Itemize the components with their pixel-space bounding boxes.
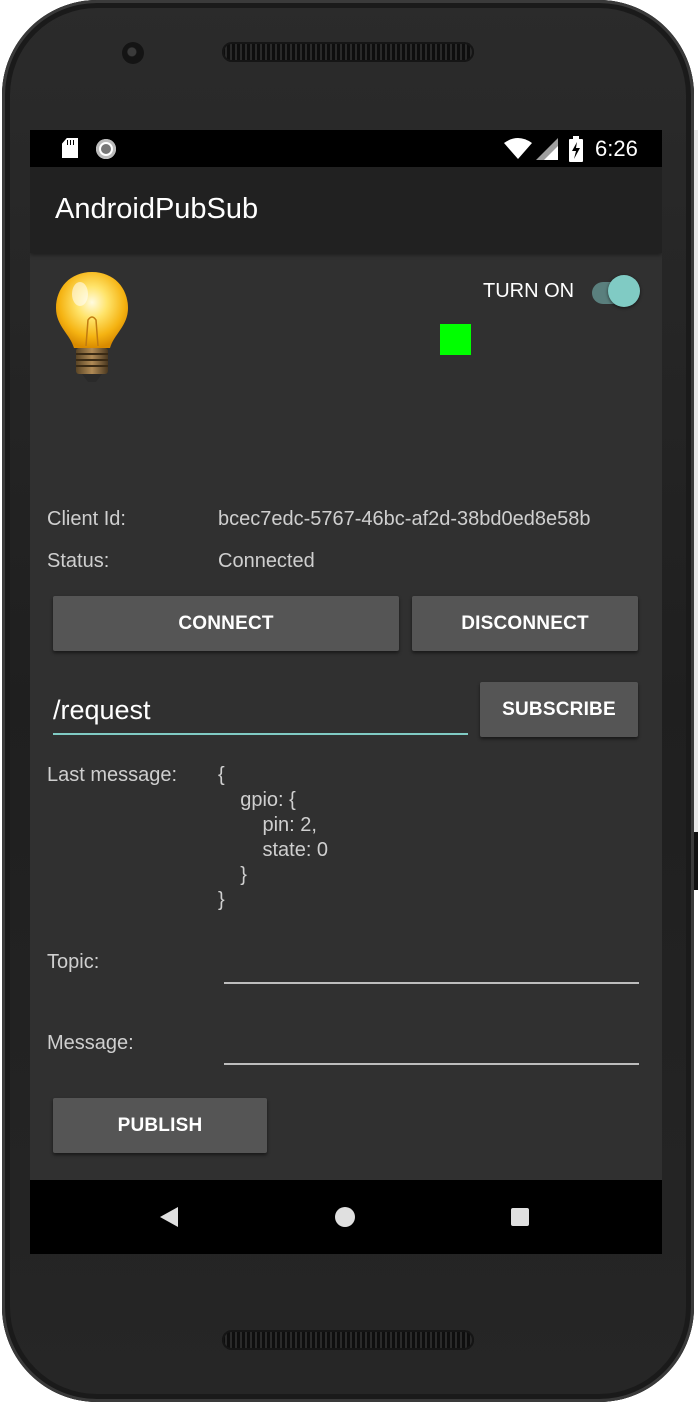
recents-icon[interactable]	[511, 1208, 529, 1226]
battery-charging-icon	[569, 136, 583, 162]
top-speaker	[222, 42, 474, 62]
subscribe-button[interactable]: SUBSCRIBE	[480, 682, 638, 737]
home-icon[interactable]	[335, 1207, 355, 1227]
light-state-indicator	[440, 324, 471, 355]
bottom-speaker	[222, 1330, 474, 1350]
turn-on-label: TURN ON	[483, 280, 575, 302]
app-title: AndroidPubSub	[55, 193, 259, 225]
publish-topic-label: Topic:	[47, 951, 100, 973]
sd-card-icon	[62, 138, 78, 158]
subscribe-topic-underline	[53, 733, 468, 735]
navigation-bar	[30, 1180, 662, 1254]
subscribe-topic-input[interactable]	[53, 690, 467, 730]
last-message-line: }	[218, 889, 225, 911]
status-value: Connected	[218, 550, 315, 572]
signal-icon	[536, 138, 558, 160]
connect-button[interactable]: CONNECT	[53, 596, 399, 651]
back-icon[interactable]	[160, 1207, 178, 1227]
app-bar: AndroidPubSub	[30, 167, 662, 253]
lightbulb-icon	[56, 272, 128, 382]
turn-on-switch[interactable]	[608, 275, 640, 307]
last-message-line: gpio: {	[218, 789, 296, 811]
client-id-value: bcec7edc-5767-46bc-af2d-38bd0ed8e58b	[218, 508, 591, 530]
sync-icon	[96, 139, 116, 159]
last-message-line: pin: 2,	[218, 814, 317, 836]
disconnect-button[interactable]: DISCONNECT	[412, 596, 638, 651]
last-message-line: state: 0	[218, 839, 329, 861]
wifi-icon	[504, 138, 532, 159]
message-label: Message:	[47, 1032, 134, 1054]
device-screen: 6:26 AndroidPubSub TURN ON Client Id: bc…	[30, 130, 662, 1254]
status-clock: 6:26	[595, 136, 638, 161]
message-input[interactable]	[224, 1026, 638, 1062]
publish-topic-input[interactable]	[224, 945, 638, 981]
publish-button[interactable]: PUBLISH	[53, 1098, 267, 1153]
client-id-label: Client Id:	[47, 508, 126, 530]
publish-topic-underline	[224, 982, 639, 984]
status-bar: 6:26	[30, 130, 662, 167]
status-label: Status:	[47, 550, 110, 572]
last-message-line: {	[218, 764, 225, 786]
message-underline	[224, 1063, 639, 1065]
last-message-label: Last message:	[47, 764, 178, 786]
last-message-line: }	[218, 864, 247, 886]
front-camera	[122, 42, 144, 64]
